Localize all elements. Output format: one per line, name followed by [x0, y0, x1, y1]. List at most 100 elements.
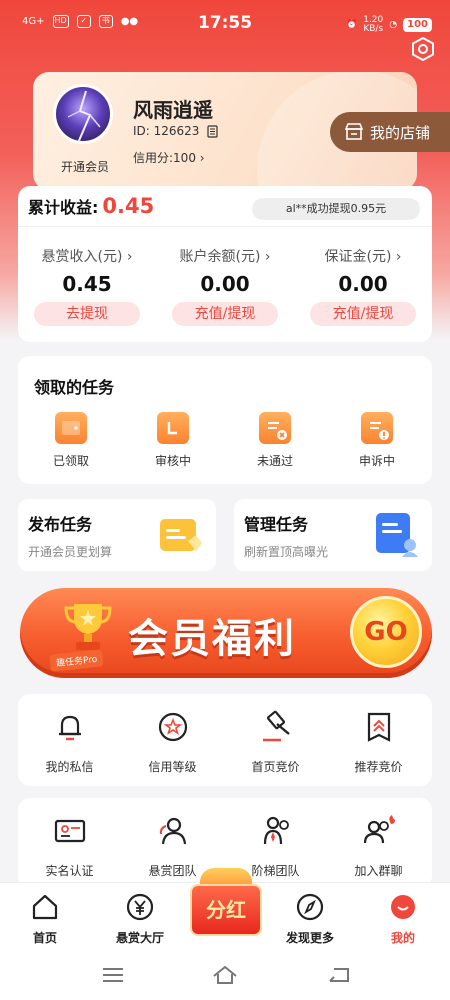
earnings-total: 0.45 — [102, 194, 155, 218]
rejected-icon — [259, 412, 291, 444]
withdraw-notice: al**成功提现0.95元 — [252, 198, 420, 220]
reward-income-value: 0.45 — [62, 272, 112, 296]
tool-home-bidding-label: 首页竞价 — [251, 760, 300, 774]
tool-credit-level-label: 信用等级 — [148, 760, 197, 774]
task-claimed-label: 已领取 — [52, 454, 89, 468]
network-speed: 1.20 KB/s — [363, 15, 384, 34]
banner-tag: 趣任务Pro — [49, 649, 105, 672]
deposit-label[interactable]: 保证金(元) › — [294, 246, 432, 266]
bell-icon — [58, 715, 81, 741]
task-appealing-label: 申诉中 — [358, 454, 395, 468]
system-navigation-bar — [0, 952, 450, 1000]
tab-reward-hall[interactable]: 悬赏大厅 — [95, 893, 185, 946]
tab-mine[interactable]: 我的 — [358, 893, 448, 946]
team-icon — [159, 817, 186, 845]
tool-real-name-label: 实名认证 — [45, 864, 94, 878]
profile-icon — [391, 895, 415, 919]
vip-benefits-banner[interactable]: 趣任务Pro 会员福利 GO — [20, 588, 432, 678]
tool-messages-label: 我的私信 — [45, 760, 94, 774]
credit-score-link[interactable]: 信用分:100 › — [133, 149, 205, 166]
id-card-icon — [54, 819, 85, 843]
tool-recommend-bidding[interactable]: 推荐竞价 — [327, 710, 430, 775]
reward-income-label[interactable]: 悬赏收入(元) › — [18, 246, 156, 266]
tool-real-name[interactable]: 实名认证 — [18, 814, 121, 879]
balance-recharge-button[interactable]: 充值/提现 — [172, 302, 278, 326]
tool-join-group[interactable]: 加入群聊 — [327, 814, 430, 879]
user-id-row: ID: 126623 — [133, 124, 219, 138]
wifi-icon: ◔ — [389, 20, 398, 30]
task-rejected[interactable]: 未通过 — [230, 412, 320, 469]
tab-discover[interactable]: 发现更多 — [265, 893, 355, 946]
status-bar: 4G+ HD ✓ 书 ●● 17:55 ⏰ 1.20 KB/s ◔ 100 — [0, 0, 450, 48]
settings-button[interactable] — [410, 36, 436, 62]
home-nav-icon[interactable] — [212, 964, 238, 986]
tab-home[interactable]: 首页 — [0, 893, 90, 946]
publish-folder-icon — [160, 519, 202, 551]
tab-home-label: 首页 — [32, 931, 57, 945]
dividend-label: 分红 — [190, 884, 262, 936]
hexagon-settings-icon — [412, 36, 434, 62]
task-reviewing-label: 审核中 — [154, 454, 191, 468]
manage-task-subtitle: 刷新置顶高曝光 — [244, 545, 329, 559]
publish-task-subtitle: 开通会员更划算 — [28, 545, 113, 559]
received-tasks-card: 领取的任务 已领取 审核中 未通过 申诉中 — [18, 356, 432, 484]
user-id: ID: 126623 — [133, 124, 200, 138]
manage-task-card[interactable]: 管理任务 刷新置顶高曝光 — [234, 499, 432, 571]
tool-messages[interactable]: 我的私信 — [18, 710, 121, 775]
trophy-icon — [64, 604, 112, 650]
gavel-icon — [262, 710, 290, 742]
balance-column: 账户余额(元) › 0.00 充值/提现 — [156, 246, 294, 326]
compass-icon — [296, 893, 324, 921]
manage-task-title: 管理任务 — [244, 515, 309, 534]
tools-card-1: 我的私信 信用等级 首页竞价 推荐竞价 — [18, 694, 432, 786]
manage-doc-icon — [376, 513, 418, 557]
task-rejected-label: 未通过 — [256, 454, 293, 468]
my-shop-label: 我的店铺 — [370, 123, 431, 142]
home-icon — [32, 894, 58, 920]
copy-icon[interactable] — [205, 124, 219, 138]
tool-home-bidding[interactable]: 首页竞价 — [224, 710, 327, 775]
go-button[interactable]: GO — [350, 596, 422, 668]
recommend-icon — [367, 712, 390, 742]
tool-recommend-bidding-label: 推荐竞价 — [354, 760, 403, 774]
task-appealing[interactable]: 申诉中 — [332, 412, 422, 469]
deposit-recharge-button[interactable]: 充值/提现 — [310, 302, 416, 326]
deposit-value: 0.00 — [338, 272, 388, 296]
task-claimed[interactable]: 已领取 — [26, 412, 116, 469]
received-tasks-title: 领取的任务 — [34, 378, 115, 397]
back-nav-icon[interactable] — [326, 964, 352, 986]
tab-discover-label: 发现更多 — [285, 931, 334, 945]
banner-title: 会员福利 — [128, 616, 296, 662]
tool-credit-level[interactable]: 信用等级 — [121, 710, 224, 775]
my-shop-button[interactable]: 我的店铺 — [330, 112, 450, 152]
tab-mine-label: 我的 — [390, 931, 415, 945]
battery-indicator: 100 — [403, 18, 432, 32]
appeal-icon — [361, 412, 393, 444]
divider — [18, 226, 432, 227]
review-icon — [157, 412, 189, 444]
nickname: 风雨逍遥 — [133, 98, 213, 122]
balance-label[interactable]: 账户余额(元) › — [156, 246, 294, 266]
earnings-card: 累计收益: 0.45 al**成功提现0.95元 悬赏收入(元) › 0.45 … — [18, 186, 432, 342]
tab-reward-hall-label: 悬赏大厅 — [115, 931, 164, 945]
task-reviewing[interactable]: 审核中 — [128, 412, 218, 469]
alarm-icon: ⏰ — [346, 20, 358, 30]
yuan-icon — [126, 893, 154, 921]
menu-nav-icon[interactable] — [100, 964, 126, 986]
publish-task-title: 发布任务 — [28, 515, 93, 534]
avatar[interactable] — [53, 84, 113, 144]
lightning-avatar-image — [67, 90, 101, 141]
dividend-button[interactable]: 分红 — [190, 868, 262, 936]
reward-income-column: 悬赏收入(元) › 0.45 去提现 — [18, 246, 156, 326]
shop-icon — [344, 123, 364, 140]
ladder-team-icon — [263, 816, 289, 845]
wallet-icon — [55, 412, 87, 444]
open-vip-link[interactable]: 开通会员 — [53, 158, 117, 175]
credit-star-icon — [158, 712, 187, 742]
publish-task-card[interactable]: 发布任务 开通会员更划算 — [18, 499, 216, 571]
balance-value: 0.00 — [200, 272, 250, 296]
group-chat-icon — [363, 815, 395, 844]
earnings-title: 累计收益: — [28, 198, 99, 217]
tool-join-group-label: 加入群聊 — [354, 864, 403, 878]
withdraw-button[interactable]: 去提现 — [34, 302, 140, 326]
